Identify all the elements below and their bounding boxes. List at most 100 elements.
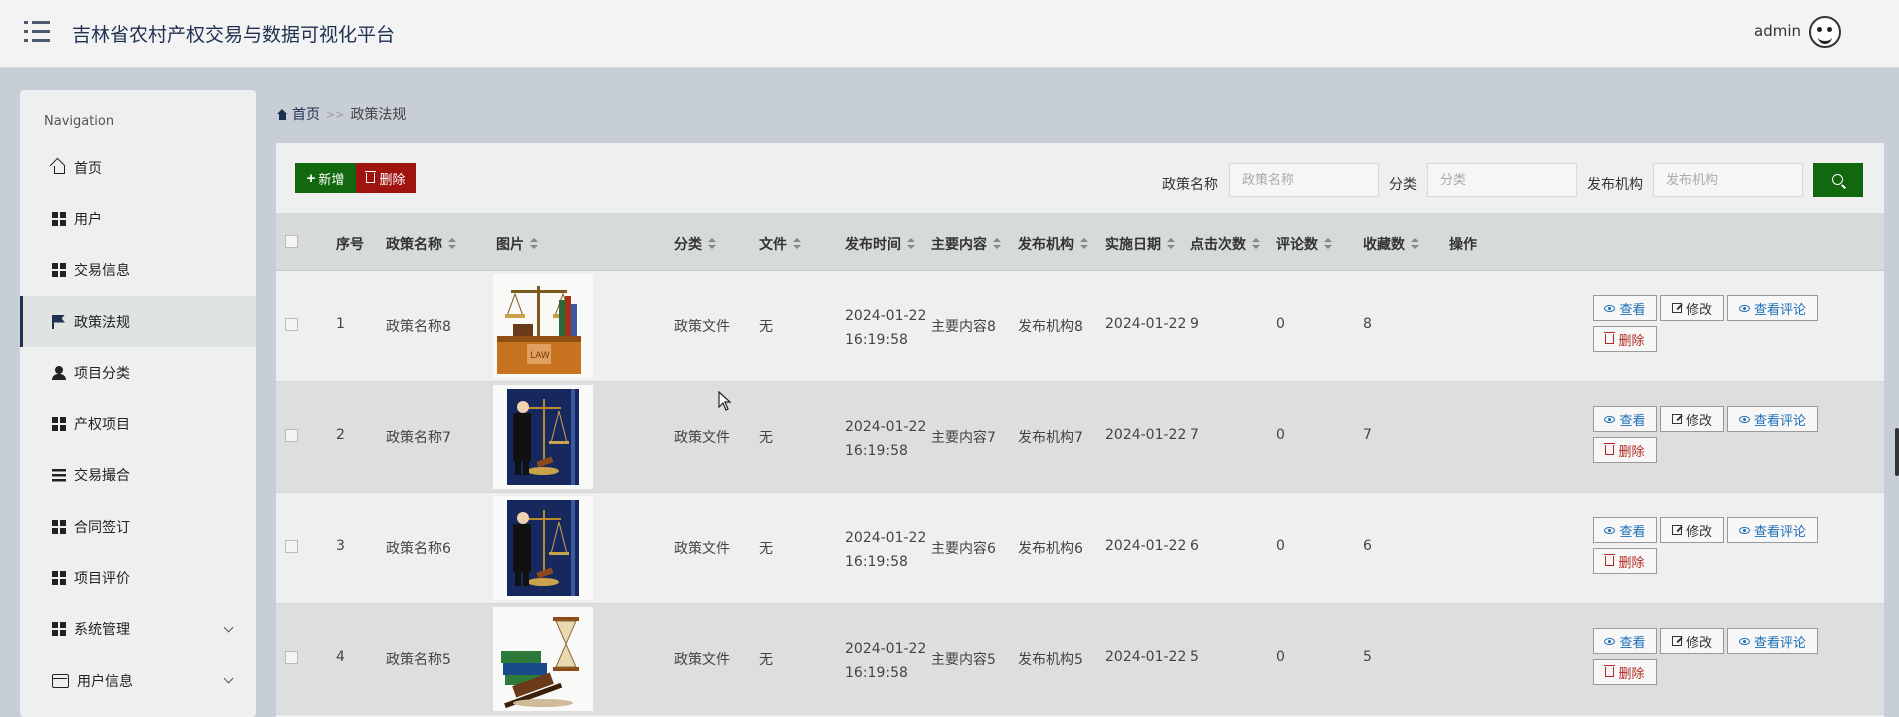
- sidebar-item-label: 项目评价: [74, 571, 130, 588]
- row-checkbox[interactable]: [285, 540, 298, 553]
- sidebar-item-7[interactable]: 交易撮合: [20, 450, 256, 501]
- cell-effective-date: 2024-01-22: [1105, 538, 1187, 554]
- sidebar-item-3[interactable]: 交易信息: [20, 245, 256, 296]
- column-header-8[interactable]: 发布机构: [1018, 234, 1088, 254]
- view-comments-button[interactable]: 查看评论: [1727, 517, 1818, 543]
- cell-agency: 发布机构7: [1018, 430, 1083, 446]
- view-button[interactable]: 查看: [1593, 406, 1657, 432]
- edit-button[interactable]: 修改: [1660, 517, 1724, 543]
- scrollbar-thumb[interactable]: [1895, 428, 1899, 476]
- sidebar-item-5[interactable]: 项目分类: [20, 347, 256, 398]
- view-button[interactable]: 查看: [1593, 517, 1657, 543]
- sidebar-item-label: 用户: [74, 211, 102, 228]
- column-header-7[interactable]: 主要内容: [931, 234, 1001, 254]
- cell-effective-date: 2024-01-22: [1105, 427, 1187, 443]
- top-header: 吉林省农村产权交易与数据可视化平台 admin: [0, 0, 1899, 68]
- sort-icon[interactable]: [993, 238, 1001, 250]
- cell-policy-name: 政策名称7: [386, 430, 451, 446]
- delete-row-button[interactable]: 删除: [1593, 659, 1657, 685]
- svg-text:LAW: LAW: [530, 351, 550, 361]
- row-checkbox[interactable]: [285, 651, 298, 664]
- agency-input[interactable]: [1653, 163, 1803, 197]
- edit-button[interactable]: 修改: [1660, 628, 1724, 654]
- cell-index: 1: [336, 316, 345, 332]
- breadcrumb-home-link[interactable]: 首页: [292, 104, 320, 124]
- sidebar-item-10[interactable]: 系统管理: [20, 604, 256, 655]
- delete-row-button[interactable]: 删除: [1593, 548, 1657, 574]
- sort-icon[interactable]: [708, 238, 716, 250]
- table-row: 3 政策名称6 政策文件 无 2024-01-22 16:19:58 主要内容6 发布机构6 2…: [276, 493, 1884, 604]
- app-title: 吉林省农村产权交易与数据可视化平台: [72, 24, 396, 46]
- delete-row-button[interactable]: 删除: [1593, 326, 1657, 352]
- edit-icon: [1671, 414, 1682, 424]
- column-header-label: 主要内容: [931, 237, 987, 253]
- column-header-2[interactable]: 政策名称: [386, 234, 456, 254]
- column-header-3[interactable]: 图片: [496, 234, 538, 254]
- column-header-5[interactable]: 文件: [759, 234, 801, 254]
- sort-icon[interactable]: [1411, 238, 1419, 250]
- edit-button-label: 修改: [1685, 524, 1712, 540]
- sort-icon[interactable]: [1167, 238, 1175, 250]
- view-button[interactable]: 查看: [1593, 295, 1657, 321]
- sort-icon[interactable]: [1252, 238, 1260, 250]
- cell-publish-time: 2024-01-22 16:19:58: [845, 415, 926, 463]
- sort-icon[interactable]: [1080, 238, 1088, 250]
- sort-icon[interactable]: [1324, 238, 1332, 250]
- sidebar-item-4[interactable]: 政策法规: [20, 295, 256, 348]
- sidebar-item-2[interactable]: 用户: [20, 193, 256, 244]
- cell-category: 政策文件: [674, 319, 730, 335]
- select-all-checkbox[interactable]: [285, 235, 298, 248]
- add-button[interactable]: + 新增: [295, 163, 356, 193]
- view-comments-button[interactable]: 查看评论: [1727, 295, 1818, 321]
- lawyer-scales-image[interactable]: [493, 496, 593, 600]
- sidebar-item-8[interactable]: 合同签订: [20, 501, 256, 552]
- publish-date: 2024-01-22: [845, 419, 927, 435]
- lawyer-scales-image[interactable]: [493, 385, 593, 489]
- delete-selected-button[interactable]: 删除: [356, 163, 416, 193]
- sidebar-item-label: 系统管理: [74, 622, 130, 639]
- column-header-label: 序号: [336, 237, 364, 253]
- publish-clock: 16:19:58: [845, 332, 908, 348]
- menu-icon[interactable]: [24, 20, 50, 44]
- home-icon: [54, 166, 65, 175]
- column-header-9[interactable]: 实施日期: [1105, 234, 1175, 254]
- column-header-6[interactable]: 发布时间: [845, 234, 915, 254]
- sidebar-item-1[interactable]: 首页: [20, 142, 256, 193]
- delete-row-button[interactable]: 删除: [1593, 437, 1657, 463]
- edit-button[interactable]: 修改: [1660, 295, 1724, 321]
- search-icon: [1832, 174, 1843, 185]
- sort-icon[interactable]: [448, 238, 456, 250]
- column-header-label: 收藏数: [1363, 237, 1405, 253]
- eye-icon: [1738, 304, 1750, 312]
- user-name[interactable]: admin: [1754, 22, 1801, 40]
- column-header-11[interactable]: 评论数: [1276, 234, 1332, 254]
- view-button[interactable]: 查看: [1593, 628, 1657, 654]
- edit-icon: [1671, 525, 1682, 535]
- view-comments-button[interactable]: 查看评论: [1727, 406, 1818, 432]
- row-checkbox[interactable]: [285, 429, 298, 442]
- edit-button[interactable]: 修改: [1660, 406, 1724, 432]
- sort-icon[interactable]: [793, 238, 801, 250]
- policy-name-input[interactable]: [1229, 163, 1379, 197]
- cell-file: 无: [759, 652, 773, 668]
- sidebar-item-11[interactable]: 用户信息: [20, 655, 256, 706]
- avatar-icon[interactable]: [1809, 16, 1841, 48]
- cell-content: 主要内容8: [931, 319, 996, 335]
- sidebar-item-9[interactable]: 项目评价: [20, 552, 256, 603]
- view-comments-button[interactable]: 查看评论: [1727, 628, 1818, 654]
- row-checkbox[interactable]: [285, 318, 298, 331]
- search-button[interactable]: [1813, 163, 1863, 197]
- column-header-12[interactable]: 收藏数: [1363, 234, 1419, 254]
- gavel-hourglass-image[interactable]: [493, 607, 593, 711]
- category-input[interactable]: [1427, 163, 1577, 197]
- eye-icon: [1604, 526, 1616, 534]
- column-header-4[interactable]: 分类: [674, 234, 716, 254]
- delete-button-label: 删除: [379, 171, 406, 187]
- sort-icon[interactable]: [907, 238, 915, 250]
- cell-file: 无: [759, 430, 773, 446]
- sort-icon[interactable]: [530, 238, 538, 250]
- scales-law-book-image[interactable]: LAW: [493, 274, 593, 378]
- sidebar-item-6[interactable]: 产权项目: [20, 398, 256, 449]
- breadcrumb-separator: >>: [326, 107, 345, 121]
- column-header-10[interactable]: 点击次数: [1190, 234, 1260, 254]
